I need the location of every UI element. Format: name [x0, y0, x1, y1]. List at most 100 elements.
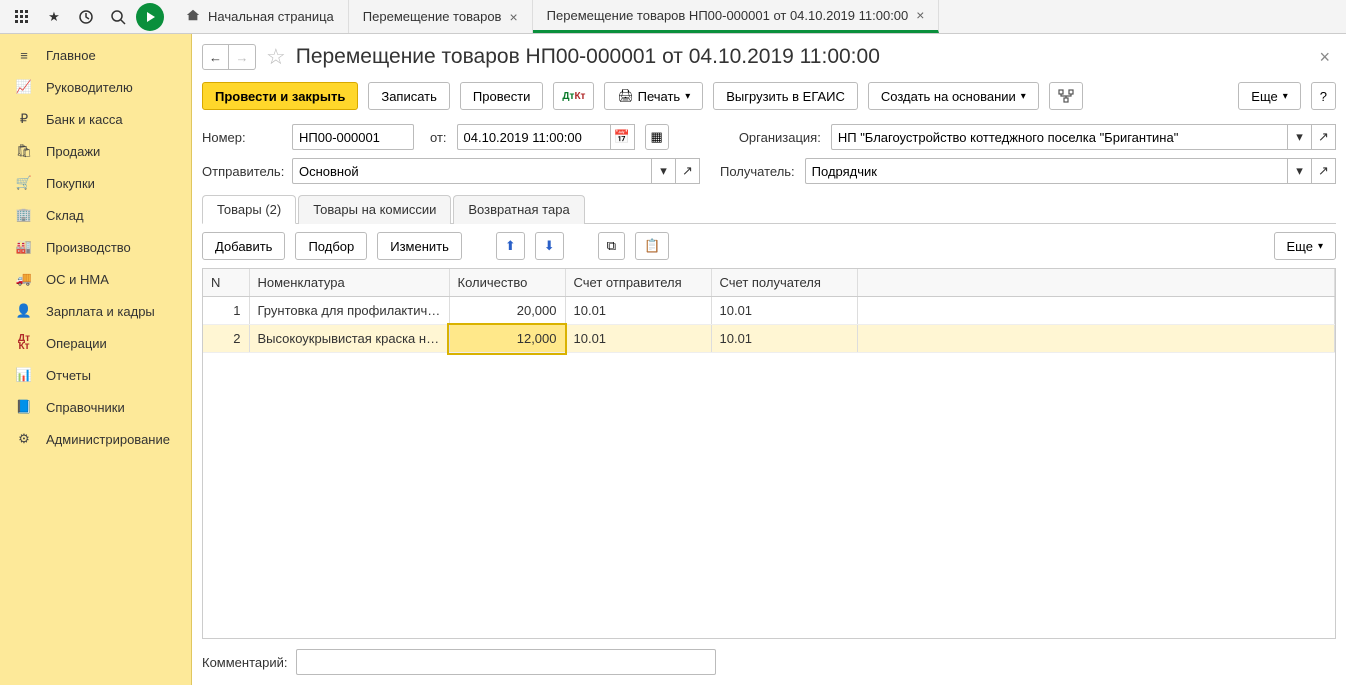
egais-button[interactable]: Выгрузить в ЕГАИС — [713, 82, 858, 110]
org-input[interactable] — [831, 124, 1288, 150]
from-label: от: — [430, 130, 447, 145]
cell-qty[interactable]: 20,000 — [449, 297, 565, 325]
nav-manager[interactable]: 📈Руководителю — [0, 71, 191, 103]
chevron-down-icon[interactable]: ▾ — [652, 158, 676, 184]
tab-goods[interactable]: Товары (2) — [202, 195, 296, 224]
close-icon[interactable]: × — [916, 7, 924, 23]
dtkt-button[interactable]: ДтКт — [553, 82, 594, 110]
sender-input[interactable] — [292, 158, 652, 184]
nav-reports[interactable]: 📊Отчеты — [0, 359, 191, 391]
cell-nomenclature[interactable]: Высокоукрывистая краска на ... — [249, 325, 449, 353]
nav-hr[interactable]: 👤Зарплата и кадры — [0, 295, 191, 327]
cell-qty[interactable]: 12,000 — [449, 325, 565, 353]
cell-acc-recipient[interactable]: 10.01 — [711, 325, 857, 353]
search-icon[interactable] — [104, 3, 132, 31]
cell-n[interactable]: 1 — [203, 297, 249, 325]
move-down-button[interactable]: ⬇ — [535, 232, 564, 260]
paste-button[interactable]: 📋 — [635, 232, 669, 260]
star-icon[interactable]: ☆ — [266, 44, 286, 70]
tabs-top: Начальная страница Перемещение товаров ×… — [172, 0, 939, 33]
nav-warehouse[interactable]: 🏢Склад — [0, 199, 191, 231]
col-qty[interactable]: Количество — [449, 269, 565, 297]
nav-label: Руководителю — [46, 80, 133, 95]
nav-label: Зарплата и кадры — [46, 304, 155, 319]
open-icon[interactable]: ↗ — [1312, 158, 1336, 184]
change-button[interactable]: Изменить — [377, 232, 462, 260]
recipient-input[interactable] — [805, 158, 1288, 184]
pick-button[interactable]: Подбор — [295, 232, 367, 260]
back-button[interactable]: ← — [203, 45, 229, 69]
nav-assets[interactable]: 🚚ОС и НМА — [0, 263, 191, 295]
tab-document[interactable]: Перемещение товаров НП00-000001 от 04.10… — [533, 0, 940, 33]
tab-commission[interactable]: Товары на комиссии — [298, 195, 451, 224]
open-icon[interactable]: ↗ — [1312, 124, 1336, 150]
nav-main[interactable]: ≡Главное — [0, 40, 191, 71]
more-button[interactable]: Еще ▾ — [1238, 82, 1300, 110]
close-icon[interactable]: × — [509, 9, 517, 25]
nav-label: ОС и НМА — [46, 272, 109, 287]
chevron-down-icon[interactable]: ▾ — [1288, 124, 1312, 150]
calendar-small-button[interactable]: ▦ — [645, 124, 669, 150]
nav-label: Производство — [46, 240, 131, 255]
form-row-sender: Отправитель: ▾ ↗ Получатель: ▾ ↗ — [202, 154, 1336, 188]
table-header-row: N Номенклатура Количество Счет отправите… — [203, 269, 1335, 297]
table-row[interactable]: 2 Высокоукрывистая краска на ... 12,000 … — [203, 325, 1335, 353]
play-button[interactable] — [136, 3, 164, 31]
cell-acc-recipient[interactable]: 10.01 — [711, 297, 857, 325]
help-button[interactable]: ? — [1311, 82, 1336, 110]
close-page-button[interactable]: × — [1313, 47, 1336, 68]
tab-home[interactable]: Начальная страница — [172, 0, 349, 33]
cell-acc-sender[interactable]: 10.01 — [565, 325, 711, 353]
tab-label: Перемещение товаров — [363, 9, 502, 24]
cart-icon: 🛒 — [14, 175, 34, 191]
col-acc-sender[interactable]: Счет отправителя — [565, 269, 711, 297]
nav-admin[interactable]: ⚙Администрирование — [0, 423, 191, 455]
cell-nomenclature[interactable]: Грунтовка для профилактичес... — [249, 297, 449, 325]
nav-operations[interactable]: ДтКтОперации — [0, 327, 191, 359]
favorite-icon[interactable]: ★ — [40, 3, 68, 31]
table-more-button[interactable]: Еще ▾ — [1274, 232, 1336, 260]
gear-icon: ⚙ — [14, 431, 34, 447]
comment-input[interactable] — [296, 649, 716, 675]
org-label: Организация: — [739, 130, 821, 145]
structure-button[interactable] — [1049, 82, 1083, 110]
forward-button[interactable]: → — [229, 45, 255, 69]
table-toolbar: Добавить Подбор Изменить ⬆ ⬇ ⧉ 📋 Еще ▾ — [202, 224, 1336, 268]
create-from-button[interactable]: Создать на основании ▾ — [868, 82, 1039, 110]
history-icon[interactable] — [72, 3, 100, 31]
open-icon[interactable]: ↗ — [676, 158, 700, 184]
nav-purchases[interactable]: 🛒Покупки — [0, 167, 191, 199]
date-group: 📅 — [457, 124, 635, 150]
copy-button[interactable]: ⧉ — [598, 232, 625, 260]
cell-acc-sender[interactable]: 10.01 — [565, 297, 711, 325]
tab-list[interactable]: Перемещение товаров × — [349, 0, 533, 33]
write-button[interactable]: Записать — [368, 82, 450, 110]
move-up-button[interactable]: ⬆ — [496, 232, 525, 260]
post-and-close-button[interactable]: Провести и закрыть — [202, 82, 358, 110]
apps-icon[interactable] — [8, 3, 36, 31]
col-nomenclature[interactable]: Номенклатура — [249, 269, 449, 297]
post-button[interactable]: Провести — [460, 82, 544, 110]
tab-returnable[interactable]: Возвратная тара — [453, 195, 584, 224]
cell-n[interactable]: 2 — [203, 325, 249, 353]
nav-sales[interactable]: 🛍Продажи — [0, 135, 191, 167]
col-n[interactable]: N — [203, 269, 249, 297]
nav-production[interactable]: 🏭Производство — [0, 231, 191, 263]
col-acc-recipient[interactable]: Счет получателя — [711, 269, 857, 297]
nav-references[interactable]: 📘Справочники — [0, 391, 191, 423]
calendar-icon[interactable]: 📅 — [611, 124, 635, 150]
table-row[interactable]: 1 Грунтовка для профилактичес... 20,000 … — [203, 297, 1335, 325]
add-button[interactable]: Добавить — [202, 232, 285, 260]
nav-bank[interactable]: ₽Банк и касса — [0, 103, 191, 135]
org-group: ▾ ↗ — [831, 124, 1336, 150]
menu-icon: ≡ — [14, 48, 34, 63]
print-button[interactable]: 🖨 Печать ▾ — [604, 82, 703, 110]
number-input[interactable] — [292, 124, 414, 150]
topbar-icons: ★ — [0, 3, 172, 31]
date-input[interactable] — [457, 124, 611, 150]
chevron-down-icon: ▾ — [1021, 91, 1026, 102]
chevron-down-icon[interactable]: ▾ — [1288, 158, 1312, 184]
print-label: Печать — [638, 89, 681, 104]
table: N Номенклатура Количество Счет отправите… — [202, 268, 1336, 639]
book-icon: 📘 — [14, 399, 34, 415]
